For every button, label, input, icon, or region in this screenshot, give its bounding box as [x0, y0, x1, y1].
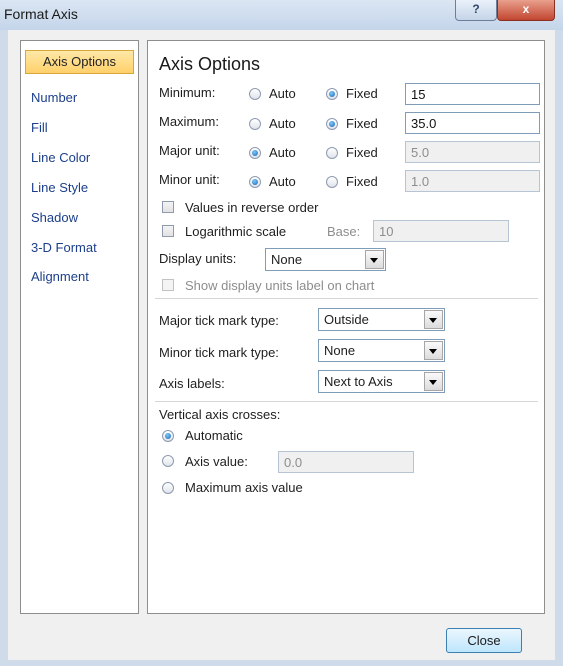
nav-item-3d-format[interactable]: 3-D Format [25, 236, 134, 260]
minor-unit-label: Minor unit: [159, 172, 220, 187]
chevron-down-icon[interactable] [424, 341, 443, 360]
nav-item-alignment[interactable]: Alignment [25, 265, 134, 289]
minimum-label: Minimum: [159, 85, 216, 100]
nav-item-axis-options[interactable]: Axis Options [25, 50, 134, 74]
major-unit-fixed-radio[interactable] [326, 147, 338, 159]
minor-unit-fixed-label[interactable]: Fixed [346, 174, 378, 189]
nav-item-line-style[interactable]: Line Style [25, 176, 134, 200]
close-button[interactable]: Close [446, 628, 522, 653]
window-title: Format Axis [4, 6, 78, 22]
reverse-order-checkbox[interactable] [162, 201, 174, 213]
nav-item-shadow[interactable]: Shadow [25, 206, 134, 230]
crosses-automatic-label[interactable]: Automatic [185, 428, 243, 443]
pane-heading: Axis Options [159, 54, 261, 74]
major-tick-label: Major tick mark type: [159, 313, 279, 328]
major-unit-auto-radio[interactable] [249, 147, 261, 159]
log-scale-checkbox[interactable] [162, 225, 174, 237]
minor-tick-value: None [324, 343, 356, 358]
axis-crosses-label: Vertical axis crosses: [159, 407, 281, 422]
display-units-dropdown[interactable]: None [265, 248, 386, 271]
axis-options-pane: Axis Options Minimum: Auto Fixed Maximum… [147, 40, 545, 614]
major-unit-label: Major unit: [159, 143, 220, 158]
log-scale-label[interactable]: Logarithmic scale [185, 224, 286, 239]
minimum-fixed-radio[interactable] [326, 88, 338, 100]
crosses-axis-value-label[interactable]: Axis value: [185, 454, 248, 469]
crosses-axis-value-input[interactable] [278, 451, 414, 473]
crosses-automatic-radio[interactable] [162, 430, 174, 442]
crosses-max-value-label[interactable]: Maximum axis value [185, 480, 303, 495]
maximum-fixed-label[interactable]: Fixed [346, 116, 378, 131]
axis-labels-label: Axis labels: [159, 376, 225, 391]
nav-item-fill[interactable]: Fill [25, 116, 134, 140]
display-units-label: Display units: [159, 251, 237, 266]
reverse-order-label[interactable]: Values in reverse order [185, 200, 318, 215]
display-units-value: None [271, 252, 303, 267]
maximum-auto-label[interactable]: Auto [269, 116, 296, 131]
minimum-value-input[interactable] [405, 83, 540, 105]
minimum-auto-label[interactable]: Auto [269, 86, 296, 101]
axis-labels-value: Next to Axis [324, 374, 393, 389]
minor-unit-auto-label[interactable]: Auto [269, 174, 296, 189]
window-close-button[interactable]: x [497, 0, 555, 21]
major-tick-dropdown[interactable]: Outside [318, 308, 445, 331]
minimum-auto-radio[interactable] [249, 88, 261, 100]
maximum-label: Maximum: [159, 114, 219, 129]
minor-tick-label: Minor tick mark type: [159, 345, 279, 360]
chevron-down-icon[interactable] [424, 310, 443, 329]
minor-unit-value-input[interactable] [405, 170, 540, 192]
minor-unit-fixed-radio[interactable] [326, 176, 338, 188]
maximum-value-input[interactable] [405, 112, 540, 134]
minor-unit-auto-radio[interactable] [249, 176, 261, 188]
show-units-label-checkbox[interactable] [162, 279, 174, 291]
help-button[interactable]: ? [455, 0, 497, 21]
axis-labels-dropdown[interactable]: Next to Axis [318, 370, 445, 393]
maximum-fixed-radio[interactable] [326, 118, 338, 130]
crosses-axis-value-radio[interactable] [162, 455, 174, 467]
chevron-down-icon[interactable] [424, 372, 443, 391]
category-list: Axis Options Number Fill Line Color Line… [20, 40, 139, 614]
major-tick-value: Outside [324, 312, 369, 327]
major-unit-fixed-label[interactable]: Fixed [346, 145, 378, 160]
chevron-down-icon[interactable] [365, 250, 384, 269]
major-unit-auto-label[interactable]: Auto [269, 145, 296, 160]
minimum-fixed-label[interactable]: Fixed [346, 86, 378, 101]
crosses-max-value-radio[interactable] [162, 482, 174, 494]
major-unit-value-input[interactable] [405, 141, 540, 163]
nav-item-number[interactable]: Number [25, 86, 134, 110]
maximum-auto-radio[interactable] [249, 118, 261, 130]
show-units-label-text: Show display units label on chart [185, 278, 375, 293]
minor-tick-dropdown[interactable]: None [318, 339, 445, 362]
section-divider [155, 298, 538, 299]
dialog-body: Axis Options Number Fill Line Color Line… [8, 30, 555, 660]
log-base-input[interactable] [373, 220, 509, 242]
title-bar: Format Axis ? x [0, 0, 563, 30]
nav-item-line-color[interactable]: Line Color [25, 146, 134, 170]
section-divider [155, 401, 538, 402]
log-base-label: Base: [327, 224, 361, 239]
